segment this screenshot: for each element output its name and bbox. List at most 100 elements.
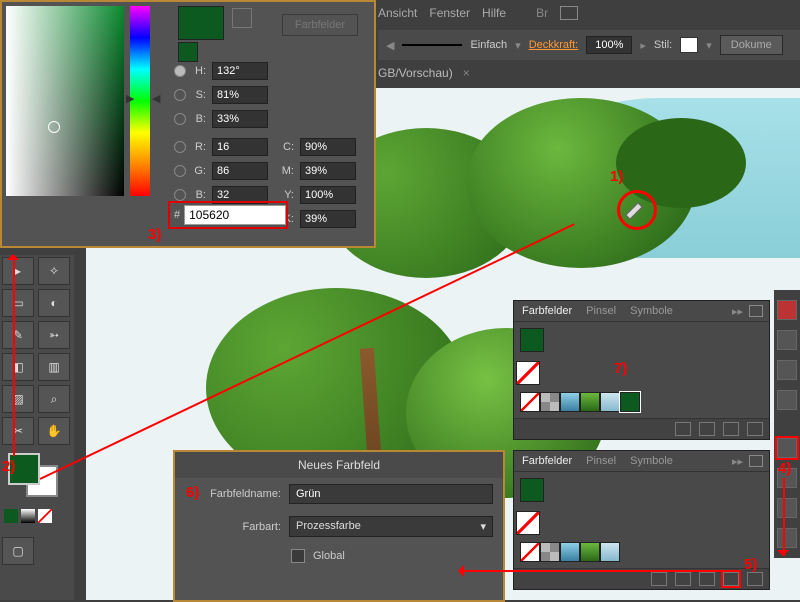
tool-shape[interactable]: ▭ (2, 289, 34, 317)
value-m[interactable]: 39% (300, 162, 356, 180)
menu-ansicht[interactable]: Ansicht (378, 6, 417, 20)
hex-input[interactable]: 105620 (184, 205, 286, 225)
radio-r[interactable] (174, 141, 186, 153)
swatches-footer (514, 418, 769, 439)
swatch-none[interactable] (516, 511, 540, 535)
menu-fenster[interactable]: Fenster (429, 6, 470, 20)
value-k[interactable]: 39% (300, 210, 356, 228)
radio-s[interactable] (174, 89, 186, 101)
dock-appearance-icon[interactable] (777, 528, 797, 548)
value-g[interactable]: 86 (212, 162, 268, 180)
color-type-select[interactable]: Prozessfarbe▾ (289, 516, 493, 537)
annotation-3: 3) (148, 226, 161, 243)
panel-grid-icon[interactable] (749, 455, 763, 467)
swatch-noneitem[interactable] (520, 542, 540, 562)
swatch-none[interactable] (516, 361, 540, 385)
swatch-current[interactable] (520, 478, 544, 502)
app-search-icon[interactable]: Br (536, 6, 548, 20)
swatch-registration[interactable] (540, 392, 560, 412)
opacity-field[interactable]: 100% (586, 36, 632, 54)
color-type-label: Farbart: (185, 521, 281, 533)
annotation-arrow (777, 550, 789, 562)
label-r: R: (192, 141, 206, 153)
stroke-style-value[interactable]: Einfach (470, 39, 507, 51)
dock-brushes-icon[interactable] (777, 360, 797, 380)
add-swatch-button[interactable] (178, 42, 198, 62)
swatch-options-icon[interactable] (675, 572, 691, 586)
arrow-left-icon[interactable]: ◀ (386, 39, 394, 52)
swatch-item[interactable] (600, 542, 620, 562)
delete-swatch-icon[interactable] (747, 422, 763, 436)
swatch-item[interactable] (580, 542, 600, 562)
tool-eraser[interactable]: ◧ (2, 353, 34, 381)
panel-menu-icon[interactable]: ▸▸ (732, 455, 743, 468)
value-bv[interactable]: 33% (212, 110, 268, 128)
mini-swatch[interactable] (4, 509, 18, 523)
dock-swatches-icon[interactable] (777, 330, 797, 350)
tab-farbfelder[interactable]: Farbfelder (522, 455, 572, 467)
tool-brush[interactable]: ✎ (2, 321, 34, 349)
tab-pinsel[interactable]: Pinsel (586, 455, 616, 467)
menu-hilfe[interactable]: Hilfe (482, 6, 506, 20)
cube-icon[interactable] (232, 8, 252, 28)
swatch-options-icon[interactable] (699, 422, 715, 436)
value-c[interactable]: 90% (300, 138, 356, 156)
value-r[interactable]: 16 (212, 138, 268, 156)
folder-icon[interactable] (699, 572, 715, 586)
tool-hand[interactable]: ✋ (38, 417, 70, 445)
swatch-item[interactable] (560, 542, 580, 562)
swatch-current[interactable] (520, 328, 544, 352)
radio-b[interactable] (174, 113, 186, 125)
close-tab-icon[interactable]: × (463, 66, 470, 80)
swatch-lib-icon[interactable] (651, 572, 667, 586)
swatch-lib-icon[interactable] (675, 422, 691, 436)
mini-swatch-gradient[interactable] (21, 509, 35, 523)
swatch-new-green[interactable] (620, 392, 640, 412)
value-y[interactable]: 100% (300, 186, 356, 204)
tool-direct-select[interactable]: ▸ (2, 257, 34, 285)
panel-grid-icon[interactable] (749, 305, 763, 317)
tab-farbfelder[interactable]: Farbfelder (522, 305, 572, 317)
document-setup-button[interactable]: Dokume (720, 35, 783, 55)
annotation-5: 5) (744, 556, 757, 573)
dock-grid-icon[interactable] (777, 438, 797, 458)
swatch-item[interactable] (600, 392, 620, 412)
hue-arrow-right-icon: ◀ (152, 92, 160, 105)
global-checkbox[interactable] (291, 549, 305, 563)
tool-free-transform[interactable]: ✧ (38, 257, 70, 285)
value-h[interactable]: 132° (212, 62, 268, 80)
new-swatch-icon[interactable] (723, 422, 739, 436)
mini-swatch-none[interactable] (38, 509, 52, 523)
radio-bb[interactable] (174, 189, 186, 201)
document-tab[interactable]: GB/Vorschau) × (378, 62, 470, 84)
tab-symbole[interactable]: Symbole (630, 305, 673, 317)
tool-zoom[interactable]: ⌕ (38, 385, 70, 413)
tab-pinsel[interactable]: Pinsel (586, 305, 616, 317)
swatch-item[interactable] (560, 392, 580, 412)
swatch-name-input[interactable]: Grün (289, 484, 493, 504)
tool-scissors[interactable]: ➳ (38, 321, 70, 349)
panel-menu-icon[interactable]: ▸▸ (732, 305, 743, 318)
radio-h[interactable] (174, 65, 186, 77)
swatch-noneitem[interactable] (520, 392, 540, 412)
swatch-registration[interactable] (540, 542, 560, 562)
tool-eyedropper[interactable]: ▨ (2, 385, 34, 413)
radio-g[interactable] (174, 165, 186, 177)
tab-symbole[interactable]: Symbole (630, 455, 673, 467)
style-swatch[interactable] (680, 37, 698, 53)
dock-color-icon[interactable] (777, 300, 797, 320)
layout-icon[interactable] (560, 6, 578, 20)
swatch-item[interactable] (580, 392, 600, 412)
value-s[interactable]: 81% (212, 86, 268, 104)
dock-layers-icon[interactable] (777, 498, 797, 518)
delete-swatch-icon[interactable] (747, 572, 763, 586)
new-swatch-icon[interactable] (723, 572, 739, 586)
screen-mode[interactable]: ▢ (2, 537, 34, 565)
color-field[interactable] (6, 6, 124, 196)
tool-lasso[interactable]: ◐ (38, 289, 70, 317)
tool-graph[interactable]: ▥ (38, 353, 70, 381)
dock-symbols-icon[interactable] (777, 390, 797, 410)
tool-slice[interactable]: ✂ (2, 417, 34, 445)
swatches-panel-lower: Farbfelder Pinsel Symbole ▸▸ (513, 450, 770, 590)
farbfelder-button[interactable]: Farbfelder (282, 14, 358, 36)
